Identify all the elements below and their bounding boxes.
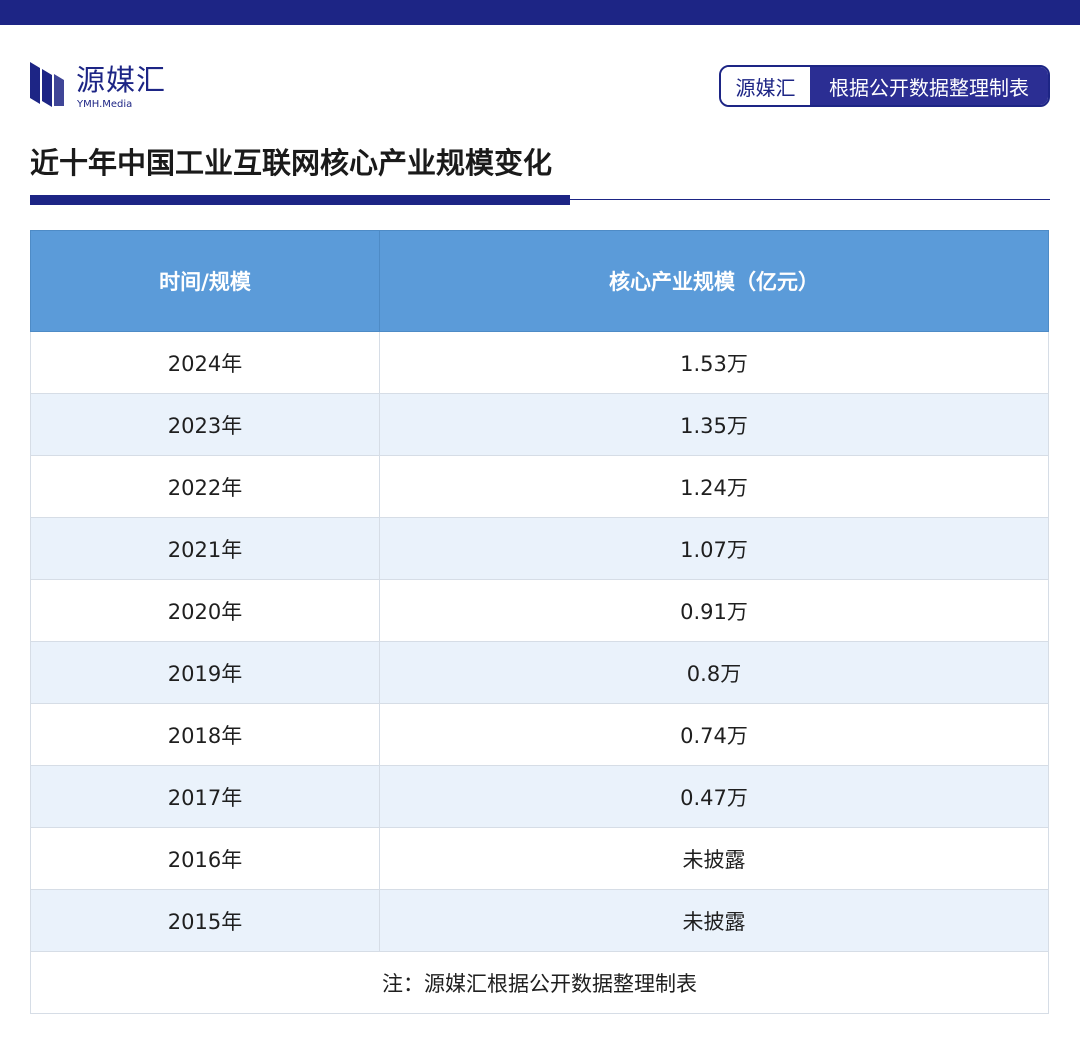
logo-mark-icon	[30, 62, 64, 107]
year-cell: 2017年	[30, 765, 380, 828]
source-tag: 源媒汇 根据公开数据整理制表	[719, 65, 1050, 107]
table-note-row: 注：源媒汇根据公开数据整理制表	[30, 951, 1049, 1014]
table-row: 2016年 未披露	[30, 827, 1049, 890]
value-cell: 1.07万	[379, 517, 1049, 580]
value-cell: 1.24万	[379, 455, 1049, 518]
brand-logo: 源媒汇 YMH.Media	[30, 60, 180, 112]
source-tag-description: 根据公开数据整理制表	[810, 67, 1048, 105]
year-cell: 2023年	[30, 393, 380, 456]
value-cell: 0.91万	[379, 579, 1049, 642]
table-row: 2022年 1.24万	[30, 455, 1049, 518]
top-bar	[0, 0, 1080, 25]
value-cell: 未披露	[379, 889, 1049, 952]
table-row: 2019年 0.8万	[30, 641, 1049, 704]
column-header-scale: 核心产业规模（亿元）	[379, 230, 1049, 332]
logo-subtitle: YMH.Media	[77, 99, 133, 110]
table-row: 2021年 1.07万	[30, 517, 1049, 580]
title-divider-line	[568, 199, 1050, 200]
table-row: 2017年 0.47万	[30, 765, 1049, 828]
table-row: 2018年 0.74万	[30, 703, 1049, 766]
value-cell: 1.53万	[379, 331, 1049, 394]
year-cell: 2024年	[30, 331, 380, 394]
table-row: 2023年 1.35万	[30, 393, 1049, 456]
table-row: 2024年 1.53万	[30, 331, 1049, 394]
source-tag-brand: 源媒汇	[721, 67, 810, 105]
year-cell: 2021年	[30, 517, 380, 580]
value-cell: 0.8万	[379, 641, 1049, 704]
year-cell: 2018年	[30, 703, 380, 766]
table-row: 2015年 未披露	[30, 889, 1049, 952]
column-header-year: 时间/规模	[30, 230, 380, 332]
year-cell: 2019年	[30, 641, 380, 704]
year-cell: 2020年	[30, 579, 380, 642]
table-header-row: 时间/规模 核心产业规模（亿元）	[30, 230, 1049, 332]
title-underline-bar	[30, 195, 570, 205]
value-cell: 0.74万	[379, 703, 1049, 766]
value-cell: 未披露	[379, 827, 1049, 890]
year-cell: 2022年	[30, 455, 380, 518]
year-cell: 2015年	[30, 889, 380, 952]
value-cell: 0.47万	[379, 765, 1049, 828]
industry-scale-table: 时间/规模 核心产业规模（亿元） 2024年 1.53万 2023年 1.35万…	[30, 230, 1049, 1014]
table-row: 2020年 0.91万	[30, 579, 1049, 642]
value-cell: 1.35万	[379, 393, 1049, 456]
logo-text: 源媒汇	[76, 63, 167, 97]
table-note: 注：源媒汇根据公开数据整理制表	[30, 951, 1049, 1014]
year-cell: 2016年	[30, 827, 380, 890]
page-title: 近十年中国工业互联网核心产业规模变化	[30, 146, 553, 180]
